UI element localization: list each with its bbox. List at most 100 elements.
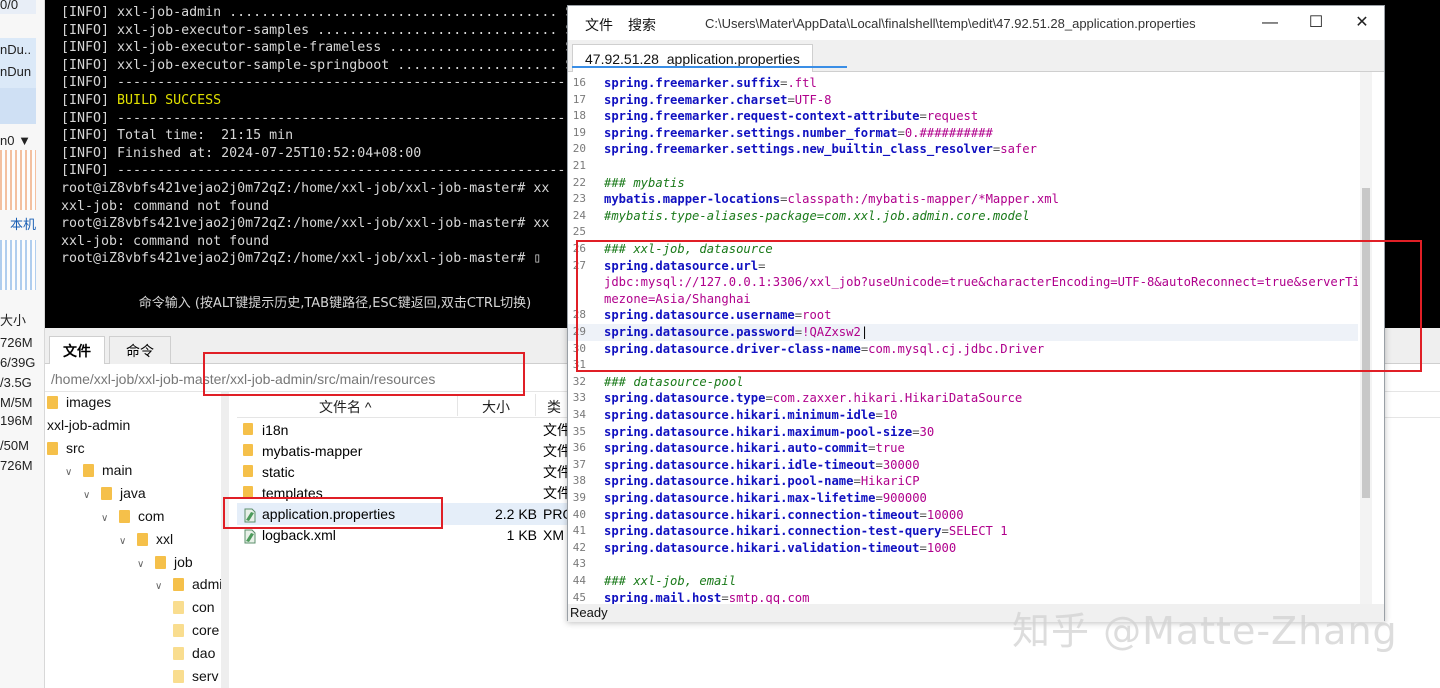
chevron-down-icon[interactable]: ∨ [137,554,149,576]
terminal-line: [INFO] Finished at: 2024-07-25T10:52:04+… [61,145,422,161]
column-type[interactable]: 类 [547,397,561,417]
code-line[interactable]: 22 ### mybatis [568,175,1358,192]
equals-sign: = [875,457,883,472]
tab-commands[interactable]: 命令 [109,336,171,364]
chevron-down-icon[interactable]: ∨ [83,485,95,507]
code-line[interactable]: 39 spring.datasource.hikari.max-lifetime=… [568,490,1358,507]
folder-icon [119,510,130,523]
code-line[interactable]: 42 spring.datasource.hikari.validation-ti… [568,540,1358,557]
property-key: spring.datasource.hikari.connection-test… [604,524,942,539]
code-line[interactable]: 25 [568,224,1358,241]
equals-sign: = [875,491,883,505]
column-name[interactable]: 文件名 ^ [319,397,371,417]
code-line[interactable]: 43 [568,556,1358,573]
tree-item[interactable]: ∨admin [155,573,225,595]
code-line[interactable]: 34 spring.datasource.hikari.minimum-idle=… [568,407,1358,424]
tree-item-label: java [120,485,146,502]
terminal-line: [INFO] BUILD SUCCESS [61,92,221,110]
line-number: 23 [572,192,586,206]
property-key: spring.freemarker.settings.new_builtin_c… [604,142,993,157]
sliver-label: 726M [0,335,33,350]
sliver-label: n0 ▼ [0,133,31,148]
code-line[interactable]: 36 spring.datasource.hikari.auto-commit=t… [568,440,1358,457]
terminal-line: [INFO] Total time: 21:15 min [61,128,294,144]
property-value: 30 [919,424,935,439]
line-number: 40 [572,507,586,521]
code-line[interactable]: 37 spring.datasource.hikari.idle-timeout=… [568,457,1358,474]
code-line[interactable]: 41 spring.datasource.hikari.connection-te… [568,523,1358,540]
chevron-down-icon[interactable]: ∨ [119,531,131,553]
menu-search[interactable]: 搜索 [628,15,656,35]
line-number: 25 [572,225,586,239]
code-line[interactable]: 23 mybatis.mapper-locations=classpath:/my… [568,191,1358,208]
line-number: 38 [572,474,586,488]
folder-icon [243,465,253,477]
editor-titlebar: 文件 搜索 C:\Users\Mater\AppData\Local\final… [568,6,1384,40]
code-line[interactable]: 21 [568,158,1358,175]
tree-item[interactable]: ∨ xxl [119,528,173,550]
chevron-down-icon[interactable]: ∨ [155,576,167,598]
tree-item-label: dao [192,644,216,661]
code-line[interactable]: 33 spring.datasource.type=com.zaxxer.hika… [568,390,1358,407]
file-name: mybatis-mapper [262,443,363,459]
editor-window[interactable]: 文件 搜索 C:\Users\Mater\AppData\Local\final… [567,5,1422,622]
sliver-label: 6/39G [0,355,36,370]
menu-file[interactable]: 文件 [585,15,613,35]
tree-item[interactable]: ∨ main [65,459,132,481]
line-number: 22 [572,175,586,189]
property-key: spring.datasource.hikari.max-lifetime [604,491,876,505]
tree-item[interactable]: ∨ job [137,551,193,573]
equals-sign: = [721,590,729,604]
code-line[interactable]: 24 #mybatis.type-aliases-package=com.xxl.… [568,208,1358,225]
equals-sign: = [919,109,927,124]
tree-item[interactable]: xxl-job-admin [47,414,130,436]
tree-item[interactable]: src [47,437,85,459]
close-icon[interactable]: ✕ [1344,11,1380,35]
line-number: 16 [572,76,586,89]
code-line[interactable]: 44 ### xxl-job, email [568,573,1358,590]
file-name: i18n [262,422,289,438]
terminal-line: root@iZ8vbfs421vejao2j0m72qZ:/home/xxl-j… [61,181,550,196]
code-line[interactable]: 19 spring.freemarker.settings.number_form… [568,125,1358,142]
tree-item[interactable]: ∨ com [101,505,164,527]
code-line[interactable]: 18 spring.freemarker.request-context-attr… [568,108,1358,125]
folder-icon [173,578,184,592]
terminal-line: [INFO] xxl-job-admin ...................… [61,5,574,20]
chevron-down-icon[interactable]: ∨ [101,508,113,530]
chevron-down-icon[interactable]: ∨ [65,462,77,484]
code-line[interactable]: 38 spring.datasource.hikari.pool-name=Hik… [568,473,1358,490]
property-key: spring.freemarker.settings.number_format [604,125,898,140]
folder-icon [243,444,253,456]
folder-icon [137,532,148,546]
property-key: mybatis.mapper-locations [604,192,781,207]
tree-item-label: images [66,394,112,410]
property-key: spring.freemarker.request-context-attrib… [604,109,920,124]
code-line[interactable]: 40 spring.datasource.hikari.connection-ti… [568,507,1358,524]
code-line[interactable]: 32 ### datasource-pool [568,374,1358,391]
cpu-graph [0,150,36,210]
folder-tree[interactable]: images xxl-job-admin src ∨ main ∨ java ∨ com ∨ xxl… [45,392,225,688]
tree-item[interactable]: serv [173,665,218,687]
tree-item[interactable]: core [173,619,219,641]
folder-icon [243,423,253,435]
line-number: 21 [572,159,586,172]
maximize-icon[interactable]: ☐ [1298,11,1334,35]
code-line[interactable]: 16 spring.freemarker.suffix=.ftl [568,75,1358,92]
property-value: smtp.qq.com [728,590,810,604]
equals-sign: = [912,424,920,439]
column-size[interactable]: 大小 [482,397,510,417]
code-line[interactable]: 20 spring.freemarker.settings.new_builtin… [568,141,1358,158]
tree-item[interactable]: dao [173,642,215,664]
code-line[interactable]: 17 spring.freemarker.charset=UTF-8 [568,92,1358,109]
line-number: 44 [572,574,586,587]
line-number: 39 [572,491,586,504]
tab-files[interactable]: 文件 [49,336,105,364]
tree-scrollbar[interactable] [221,392,229,688]
command-input-hint[interactable]: 命令输入 (按ALT键提示历史,TAB键路径,ESC键返回,双击CTRL切换) [45,292,625,311]
tree-item[interactable]: ∨ java [83,482,146,504]
line-number: 34 [572,408,586,421]
tree-item[interactable]: images [47,392,111,413]
minimize-icon[interactable]: — [1252,11,1288,35]
tree-item[interactable]: con [173,596,215,618]
code-line[interactable]: 35 spring.datasource.hikari.maximum-pool-… [568,424,1358,441]
